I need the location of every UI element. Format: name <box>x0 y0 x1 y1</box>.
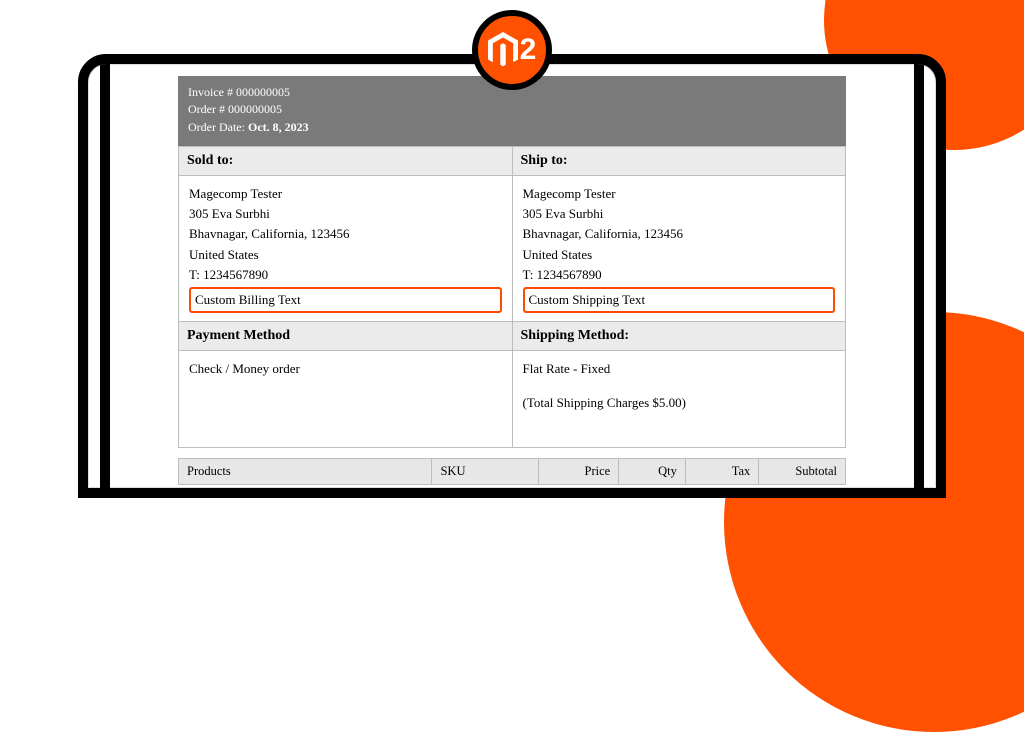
ship-city: Bhavnagar, California, 123456 <box>523 224 836 244</box>
col-products: Products <box>179 459 432 485</box>
address-table: Sold to: Ship to: Magecomp Tester 305 Ev… <box>178 146 846 448</box>
invoice-document: Invoice # 000000005 Order # 000000005 Or… <box>178 76 846 488</box>
sold-city: Bhavnagar, California, 123456 <box>189 224 502 244</box>
custom-billing-text: Custom Billing Text <box>189 287 502 313</box>
order-date-label: Order Date: <box>188 120 248 134</box>
sold-to-cell: Magecomp Tester 305 Eva Surbhi Bhavnagar… <box>179 176 513 322</box>
col-subtotal: Subtotal <box>759 459 846 485</box>
sold-phone: T: 1234567890 <box>189 265 502 285</box>
items-table: Products SKU Price Qty Tax Subtotal <box>178 458 846 485</box>
ship-to-header: Ship to: <box>512 147 846 176</box>
ship-country: United States <box>523 245 836 265</box>
sold-country: United States <box>189 245 502 265</box>
sold-street: 305 Eva Surbhi <box>189 204 502 224</box>
ship-phone: T: 1234567890 <box>523 265 836 285</box>
payment-method-value: Check / Money order <box>189 361 300 376</box>
shipping-method-cell: Flat Rate - Fixed (Total Shipping Charge… <box>512 351 846 448</box>
badge-number: 2 <box>520 35 537 65</box>
sold-name: Magecomp Tester <box>189 184 502 204</box>
col-tax: Tax <box>685 459 758 485</box>
col-price: Price <box>539 459 619 485</box>
invoice-number-value: 000000005 <box>236 85 290 99</box>
payment-method-header: Payment Method <box>179 322 513 351</box>
device-frame: Invoice # 000000005 Order # 000000005 Or… <box>78 54 946 498</box>
order-number-value: 000000005 <box>228 102 282 116</box>
order-number-label: Order # <box>188 102 228 116</box>
shipping-method-header: Shipping Method: <box>512 322 846 351</box>
shipping-rate: Flat Rate - Fixed <box>523 359 836 379</box>
custom-shipping-text: Custom Shipping Text <box>523 287 836 313</box>
col-sku: SKU <box>432 459 539 485</box>
sold-to-header: Sold to: <box>179 147 513 176</box>
ship-name: Magecomp Tester <box>523 184 836 204</box>
shipping-charges: (Total Shipping Charges $5.00) <box>523 393 836 413</box>
ship-street: 305 Eva Surbhi <box>523 204 836 224</box>
magento2-badge: 2 <box>472 10 552 90</box>
col-qty: Qty <box>619 459 686 485</box>
order-date-value: Oct. 8, 2023 <box>248 120 309 134</box>
invoice-number-label: Invoice # <box>188 85 236 99</box>
magento-icon <box>488 32 518 68</box>
ship-to-cell: Magecomp Tester 305 Eva Surbhi Bhavnagar… <box>512 176 846 322</box>
payment-method-cell: Check / Money order <box>179 351 513 448</box>
